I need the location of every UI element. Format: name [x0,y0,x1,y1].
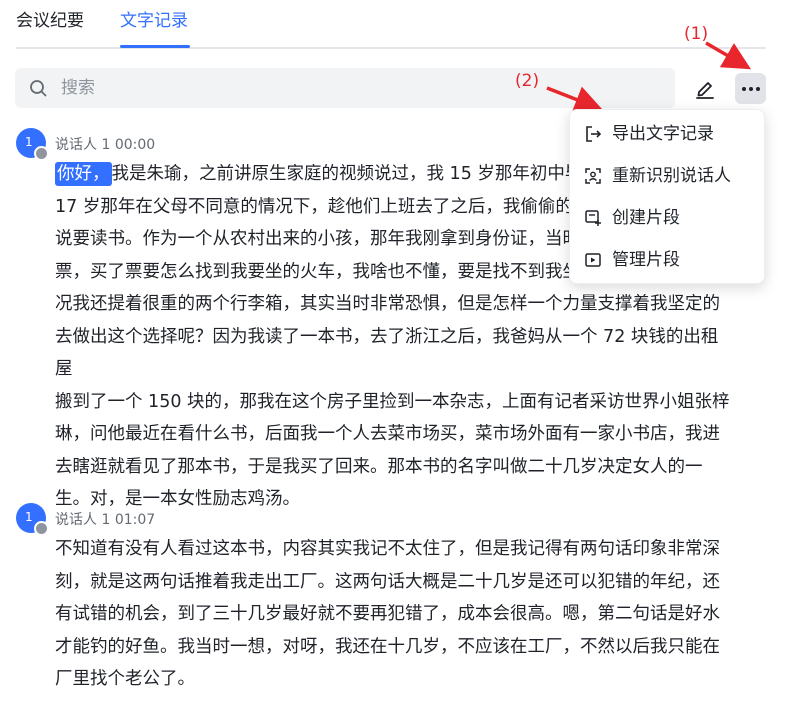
selected-text[interactable]: 你好， [55,162,112,186]
menu-item-manage-clips[interactable]: 管理片段 [570,240,766,280]
transcript-line: 有试错的机会，到了三十几岁最好就不要再犯错了，成本会很高。嗯，第二句话是好水 [55,604,720,624]
manage-clips-icon [585,253,601,267]
export-icon [586,126,602,142]
speaker-label[interactable]: 说话人 1 00:00 [55,134,155,154]
edit-button[interactable] [692,75,718,101]
menu-item-create-clip[interactable]: 创建片段 [570,198,766,238]
active-tab-indicator [120,45,190,48]
timestamp: 01:07 [114,512,156,528]
pencil-icon [696,82,714,99]
speaker-avatar[interactable]: 1 [16,503,49,536]
transcript-line: 搬到了一个 150 块的，那我在这个房子里捡到一本杂志，上面有记者采访世界小姐张… [55,391,730,412]
transcript-line: 生。对，是一本女性励志鸡汤。 [55,489,300,509]
timestamp: 00:00 [114,137,156,153]
transcript-line: 况我还提着很重的两个行李箱，其实当时非常恐惧，但是怎样一个力量支撑着我坚定的 [55,294,720,314]
edit-speaker-badge-icon [34,146,49,161]
annotation-label-2: (2) [515,71,540,91]
more-options-button[interactable] [735,73,766,104]
transcript-paragraph[interactable]: 不知道有没有人看过这本书，内容其实我记不太住了，但是我记得有两句话印象非常深 刻… [55,533,735,696]
speaker-label[interactable]: 说话人 1 01:07 [55,509,155,529]
transcript-line: 去做出这个选择呢？因为我读了一本书，去了浙江之后，我爸妈从一个 72 块钱的出租… [55,326,719,380]
search-icon [30,80,47,97]
menu-item-reidentify-speaker[interactable]: 重新识别说话人 [570,156,766,196]
transcript-line: 才能钓的好鱼。我当时一想，对呀，我还在十几岁，不应该在工厂，不然以后我只能在 [55,636,720,657]
more-icon [742,87,746,91]
transcript-line: 厂里找个老公了。 [55,669,195,689]
search-input[interactable] [59,74,659,102]
transcript-line: 不知道有没有人看过这本书，内容其实我记不太住了，但是我记得有两句话印象非常深 [55,539,720,559]
speaker-avatar[interactable]: 1 [16,128,49,161]
transcript-line: 去瞎逛就看见了那本书，于是我买了回来。那本书的名字叫做二十几岁决定女人的一 [55,456,703,477]
tab-meeting-summary[interactable]: 会议纪要 [16,10,84,32]
more-options-menu: 导出文字记录 重新识别说话人 创建片段 管理片段 [569,109,765,284]
tab-bar: 会议纪要 文字记录 [16,0,766,49]
annotation-label-1: (1) [684,24,709,44]
search-box[interactable] [15,68,675,108]
menu-item-export-transcript[interactable]: 导出文字记录 [570,114,766,154]
transcript-line: 刻，就是这两句话推着我走出工厂。这两句话大概是二十几岁是还可以犯错的年纪，还 [55,571,720,592]
speaker-scan-icon [585,168,601,184]
edit-speaker-badge-icon [34,521,49,536]
tab-transcript[interactable]: 文字记录 [120,10,188,32]
transcript-line: 琳，问他最近在看什么书，后面我一个人去菜市场买，菜市场外面有一家小书店，我进 [55,424,720,444]
create-clip-icon [585,210,601,226]
